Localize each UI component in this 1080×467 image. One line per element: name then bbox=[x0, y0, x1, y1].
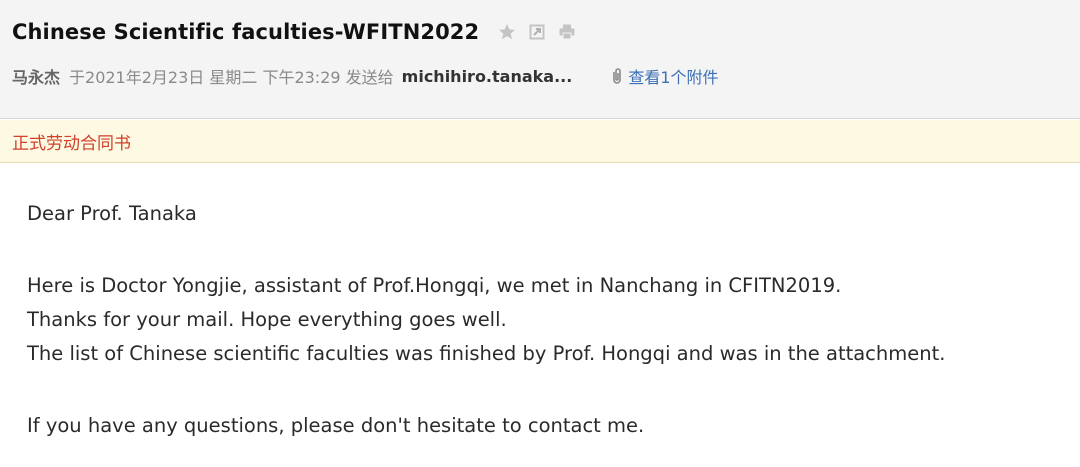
email-header: Chinese Scientific faculties-WFITN2022 马… bbox=[0, 0, 1080, 119]
export-icon[interactable] bbox=[527, 22, 547, 42]
greeting: Dear Prof. Tanaka bbox=[27, 202, 197, 225]
meta-row: 马永杰 于2021年2月23日 星期二 下午23:29 发送给 michihir… bbox=[12, 63, 719, 89]
sender-name[interactable]: 马永杰 bbox=[12, 64, 60, 88]
message-line: Thanks for your mail. Hope everything go… bbox=[27, 308, 507, 331]
view-attachment-link[interactable]: 查看1个附件 bbox=[610, 64, 719, 88]
star-icon[interactable] bbox=[497, 22, 517, 42]
subject-actions bbox=[497, 22, 587, 42]
paperclip-icon bbox=[610, 67, 624, 85]
message-line: Here is Doctor Yongjie, assistant of Pro… bbox=[27, 274, 842, 297]
notice-text: 正式劳动合同书 bbox=[12, 133, 131, 154]
subject-row: Chinese Scientific faculties-WFITN2022 bbox=[12, 17, 587, 47]
print-icon[interactable] bbox=[557, 22, 577, 42]
recipient[interactable]: michihiro.tanaka... bbox=[402, 67, 573, 86]
closing-line: If you have any questions, please don't … bbox=[27, 414, 645, 437]
notice-bar: 正式劳动合同书 bbox=[0, 120, 1080, 163]
message-line: The list of Chinese scientific faculties… bbox=[27, 342, 946, 365]
email-subject: Chinese Scientific faculties-WFITN2022 bbox=[12, 20, 480, 44]
sent-date: 于2021年2月23日 星期二 下午23:29 发送给 bbox=[69, 68, 394, 87]
message-body: Dear Prof. Tanaka Here is Doctor Yongjie… bbox=[27, 197, 1067, 443]
attachment-link-label: 查看1个附件 bbox=[628, 68, 719, 87]
